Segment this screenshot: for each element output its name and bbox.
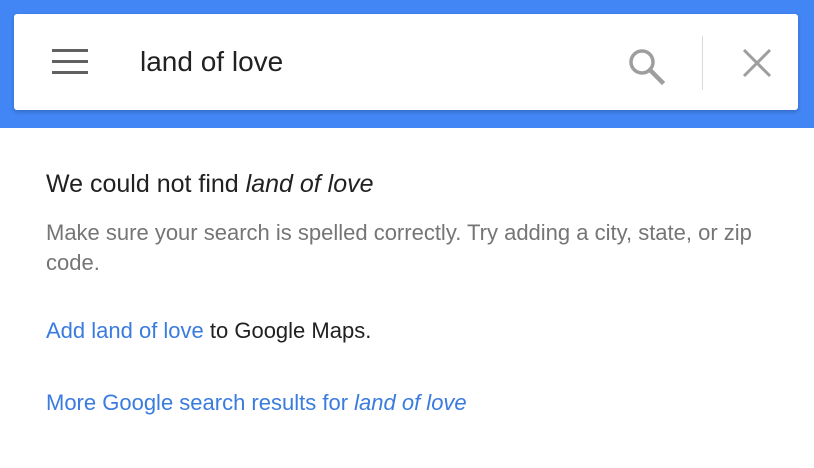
no-results-panel: We could not find land of love Make sure… [46,166,766,418]
more-results-link[interactable]: More Google search results for land of l… [46,390,467,415]
no-results-hint: Make sure your search is spelled correct… [46,220,752,275]
menu-button[interactable] [52,48,88,76]
add-place-link[interactable]: Add land of love [46,318,204,343]
search-box-divider [702,36,703,90]
menu-icon [52,49,88,74]
add-place-line: Add land of love to Google Maps. [46,316,766,346]
search-icon [629,49,666,86]
search-button[interactable] [626,48,670,92]
clear-search-button[interactable] [738,44,778,84]
more-results-line: More Google search results for land of l… [46,388,766,418]
more-results-prefix: More Google search results for [46,390,355,415]
search-box [14,14,798,110]
add-place-suffix: to Google Maps. [203,318,372,343]
search-input[interactable] [140,40,600,84]
close-icon [742,48,772,78]
no-results-query: land of love [245,170,374,198]
no-results-title: We could not find land of love [46,166,766,202]
no-results-title-prefix: We could not find [46,170,239,198]
more-results-query: land of love [354,390,467,415]
